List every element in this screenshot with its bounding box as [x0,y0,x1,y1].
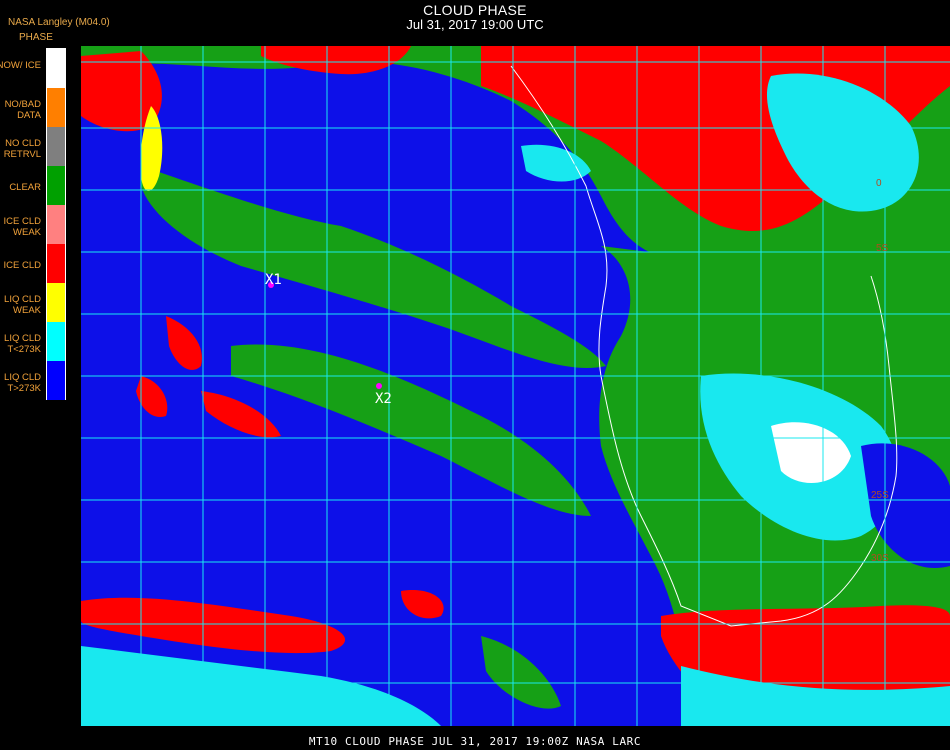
grid-label-5s: 5S [876,243,889,254]
legend-label-no-cld-retrvl: NO CLD RETRVL [3,138,41,160]
map-timestamp: Jul 31, 2017 19:00 UTC [406,17,544,32]
legend-swatch-ice-cld-weak [47,205,65,244]
grid-label-30s: 30S [871,553,889,564]
legend-label-ice-cld: ICE CLD [3,260,41,271]
title-block: CLOUD PHASE Jul 31, 2017 19:00 UTC [0,2,950,32]
footer-caption: MT10 CLOUD PHASE JUL 31, 2017 19:00Z NAS… [308,735,642,748]
legend-swatch-liq-cld-cold [47,322,65,361]
satellite-map[interactable]: 0 5S 25S 30S X1 X2 [81,46,950,726]
legend-heading: PHASE [19,32,53,43]
grid-label-25s: 25S [871,490,889,501]
legend-label-ice-cld-weak: ICE CLD WEAK [3,216,41,238]
legend-swatch-no-cld-retrvl [47,127,65,166]
legend-label-snow-ice: SNOW/ ICE [0,60,41,71]
legend-label-clear: CLEAR [9,182,41,193]
legend-label-no-bad-data: NO/BAD DATA [4,99,41,121]
legend-swatch-no-bad-data [47,88,65,127]
marker-x2-dot[interactable] [376,383,382,389]
legend-swatch-clear [47,166,65,205]
legend-swatch-liq-cld-warm [47,361,65,400]
legend-color-bar [46,48,66,400]
map-canvas[interactable]: 0 5S 25S 30S X1 X2 [81,46,950,726]
marker-x1-label: X1 [265,272,282,288]
producer-label: NASA Langley (M04.0) [8,17,110,28]
grid-label-0: 0 [876,178,882,189]
legend-label-liq-cld-cold: LIQ CLD T<273K [4,333,41,355]
marker-x2-label: X2 [375,391,392,407]
legend-swatch-ice-cld [47,244,65,283]
legend-swatch-liq-cld-weak [47,283,65,322]
legend-label-liq-cld-weak: LIQ CLD WEAK [4,294,41,316]
legend-swatch-snow-ice [47,49,65,88]
map-title: CLOUD PHASE [423,2,527,18]
legend-label-liq-cld-warm: LIQ CLD T>273K [4,372,41,394]
